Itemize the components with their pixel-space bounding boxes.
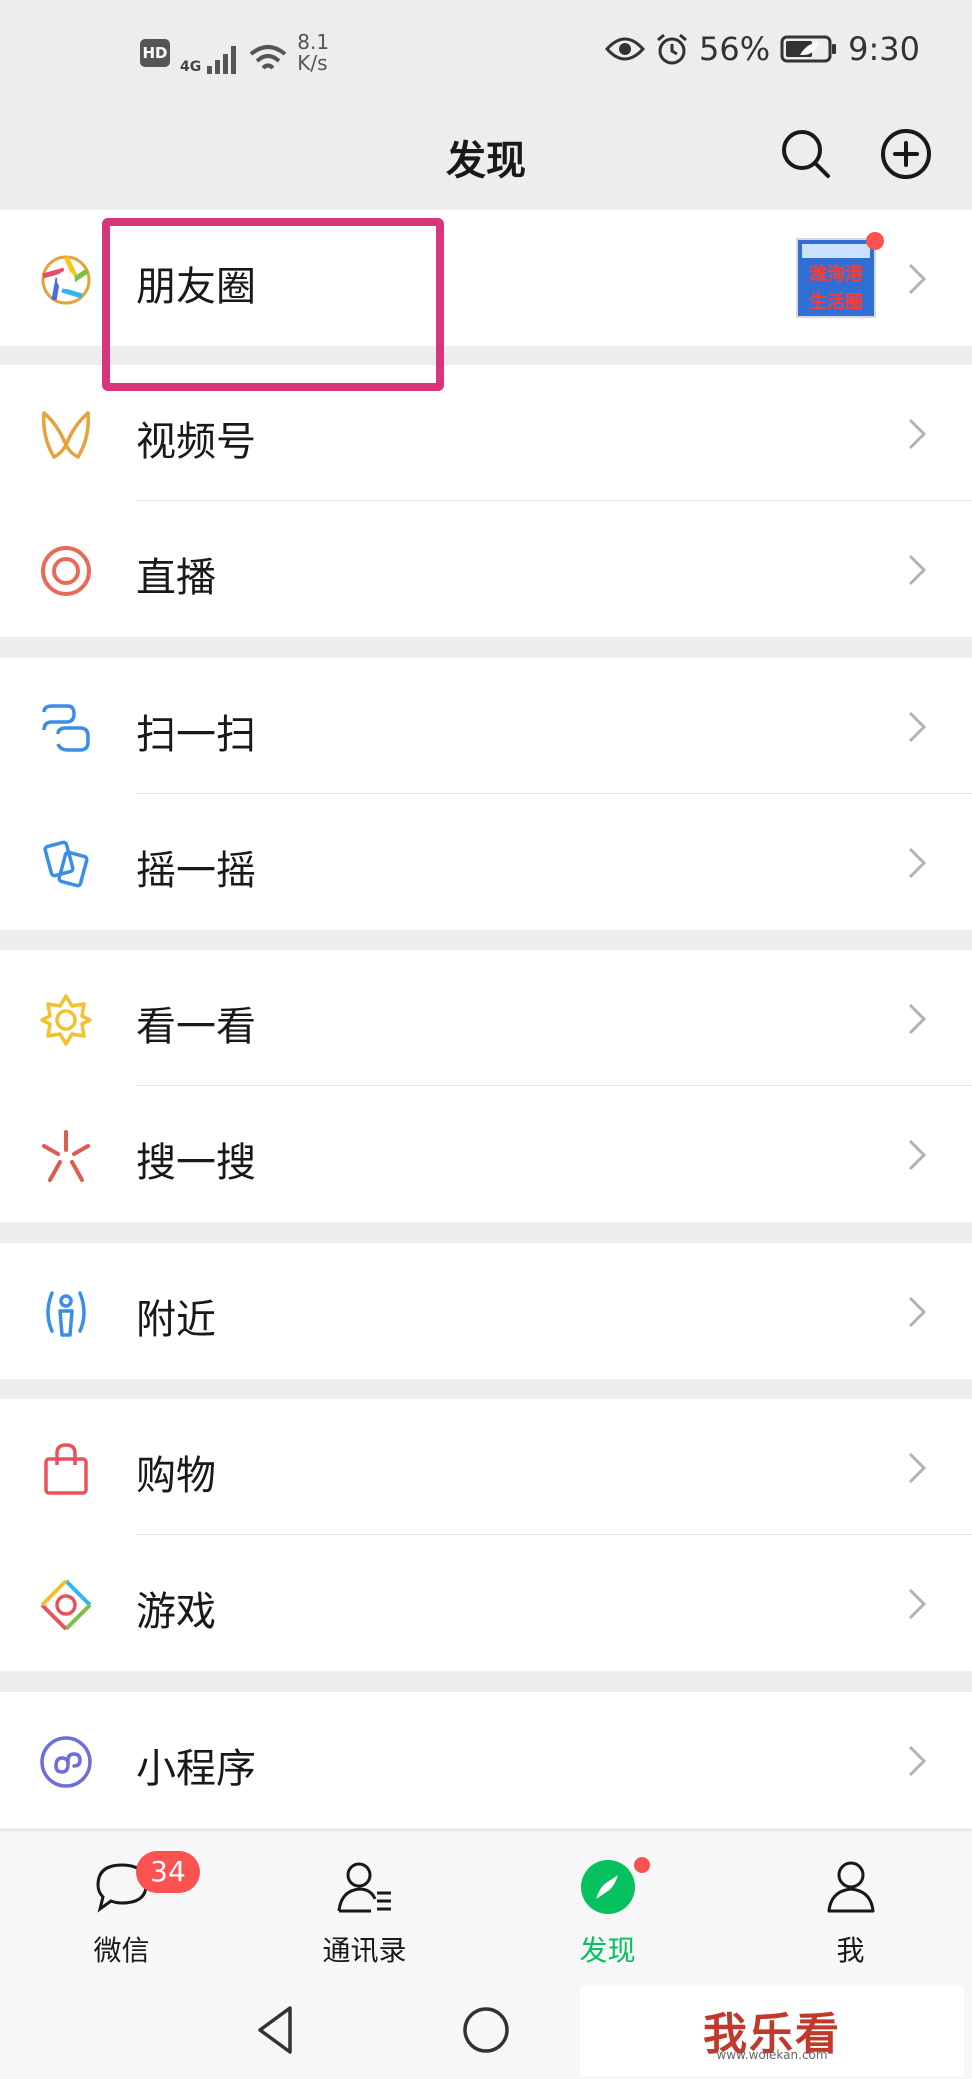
section-scan: 扫一扫 摇一摇 <box>0 658 972 930</box>
contacts-icon <box>337 1862 391 1913</box>
watermark-logo: 我乐看 www.wolekan.com <box>580 1986 964 2076</box>
status-bar: HD 4G 8.1 K/s 56% 9:30 <box>0 0 972 110</box>
tab-label-contacts: 通讯录 <box>322 1934 407 1967</box>
alarm-icon <box>657 33 687 65</box>
signal-group: 4G 8.1 K/s <box>180 32 329 74</box>
chevron-right-icon <box>908 263 927 295</box>
search-icon[interactable] <box>776 124 836 184</box>
chevron-right-icon <box>908 1003 927 1035</box>
add-icon[interactable] <box>876 124 936 184</box>
menu-item-shake[interactable]: 摇一摇 <box>0 794 972 930</box>
unread-count-badge: 34 <box>136 1851 200 1893</box>
nearby-icon <box>46 1291 86 1337</box>
menu-label-mini-programs: 小程序 <box>136 1746 256 1792</box>
section-mini-programs: 小程序 <box>0 1692 972 1828</box>
person-icon <box>827 1861 874 1913</box>
back-triangle-icon[interactable] <box>246 2000 306 2060</box>
moments-thumbnail: 潍洵港 生活圈 <box>796 232 884 318</box>
channels-butterfly-icon <box>41 411 91 459</box>
net-speed-value: 8.1 <box>297 30 330 54</box>
chevron-right-icon <box>908 1588 927 1620</box>
live-icon <box>41 546 91 596</box>
mini-programs-icon <box>40 1736 92 1788</box>
chevron-right-icon <box>908 1139 927 1171</box>
annotation-highlight-box <box>102 218 444 391</box>
chevron-right-icon <box>908 1452 927 1484</box>
eye-icon <box>605 37 646 61</box>
chevron-right-icon <box>908 1745 927 1777</box>
menu-item-scan[interactable]: 扫一扫 <box>0 658 972 794</box>
moments-aperture-icon <box>41 255 91 305</box>
shopping-bag-icon <box>44 1443 88 1495</box>
menu-label-top-stories: 看一看 <box>136 1004 256 1050</box>
thumbnail-banner <box>802 244 870 258</box>
net-speed: 8.1 K/s <box>297 32 329 74</box>
status-left: HD 4G 8.1 K/s <box>140 32 329 74</box>
chevron-right-icon <box>908 418 927 450</box>
tab-discover[interactable]: 发现 <box>486 1831 729 1981</box>
compass-icon <box>580 1860 635 1914</box>
menu-label-games: 游戏 <box>136 1589 216 1635</box>
chevron-right-icon <box>908 1296 927 1328</box>
menu-label-scan: 扫一扫 <box>136 712 256 758</box>
tab-contacts[interactable]: 通讯录 <box>243 1831 486 1981</box>
tab-label-chats: 微信 <box>93 1934 150 1967</box>
discover-new-dot <box>632 1855 652 1875</box>
menu-label-shopping: 购物 <box>136 1453 216 1499</box>
menu-label-live: 直播 <box>136 555 216 601</box>
menu-label-channels: 视频号 <box>136 419 256 465</box>
menu-item-shopping[interactable]: 购物 <box>0 1399 972 1535</box>
wifi-icon <box>249 45 287 70</box>
home-circle-icon[interactable] <box>456 2000 516 2060</box>
thumbnail-line1: 潍洵港 <box>809 264 863 285</box>
menu-label-shake: 摇一摇 <box>136 848 256 894</box>
section-nearby: 附近 <box>0 1243 972 1379</box>
hd-badge: HD <box>140 39 170 67</box>
shake-icon <box>43 840 89 888</box>
chevron-right-icon <box>908 554 927 586</box>
tab-chats[interactable]: 微信 34 <box>0 1831 243 1981</box>
menu-item-search[interactable]: 搜一搜 <box>0 1086 972 1222</box>
menu-item-games[interactable]: 游戏 <box>0 1535 972 1671</box>
top-stories-icon <box>40 994 92 1046</box>
menu-item-mini-programs[interactable]: 小程序 <box>0 1692 972 1828</box>
menu-label-nearby: 附近 <box>136 1297 216 1343</box>
top-bar: 发现 <box>0 110 972 210</box>
thumbnail-line2: 生活圈 <box>809 292 863 313</box>
games-icon <box>40 1579 92 1631</box>
clock: 9:30 <box>848 30 920 68</box>
battery-percent: 56% <box>699 30 771 68</box>
tab-me[interactable]: 我 <box>729 1831 972 1981</box>
scan-icon <box>42 704 90 752</box>
menu-item-top-stories[interactable]: 看一看 <box>0 950 972 1086</box>
menu-item-nearby[interactable]: 附近 <box>0 1243 972 1379</box>
new-post-dot <box>866 232 884 250</box>
tab-label-me: 我 <box>836 1934 865 1967</box>
chevron-right-icon <box>908 847 927 879</box>
net-speed-unit: K/s <box>297 51 328 75</box>
section-shopping: 购物 游戏 <box>0 1399 972 1671</box>
watermark-url: www.wolekan.com <box>716 2048 828 2062</box>
section-channels: 视频号 直播 <box>0 365 972 637</box>
menu-item-live[interactable]: 直播 <box>0 501 972 637</box>
network-type: 4G <box>180 59 202 75</box>
chevron-right-icon <box>908 711 927 743</box>
search-sparkle-icon <box>42 1130 90 1182</box>
status-right: 56% 9:30 <box>605 30 920 68</box>
section-stories: 看一看 搜一搜 <box>0 950 972 1222</box>
cell-signal-icon <box>207 46 237 74</box>
bottom-tab-bar: 微信 34 通讯录 发现 我 <box>0 1830 972 1980</box>
menu-label-search: 搜一搜 <box>136 1140 256 1186</box>
tab-label-discover: 发现 <box>579 1934 636 1967</box>
battery-icon <box>780 35 837 63</box>
